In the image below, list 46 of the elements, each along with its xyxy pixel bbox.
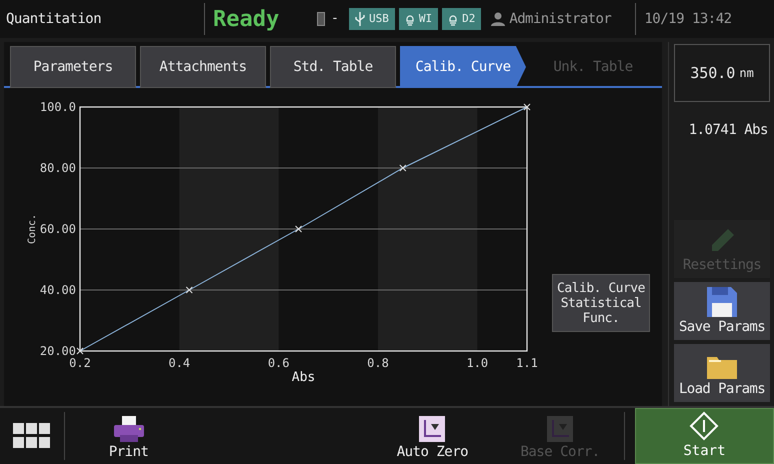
y-tick-label: 100.0 [40, 100, 76, 114]
side-button[interactable]: Load Params [674, 344, 770, 402]
data-point-marker [399, 164, 406, 172]
absorbance-value: 1.0741 Abs [688, 121, 769, 140]
tab[interactable]: Attachments [140, 46, 266, 88]
usb-icon [355, 12, 365, 26]
toolbar-button[interactable]: Auto Zero [368, 408, 496, 464]
y-tick-label: 80.00 [40, 161, 76, 175]
y-tick-label: 40.00 [40, 283, 76, 297]
y-tick-label: 20.00 [40, 344, 76, 358]
user-name: Administrator [509, 10, 612, 28]
date-time: 10/19 13:42 [644, 10, 732, 28]
x-axis-label: Abs [292, 370, 316, 385]
x-tick-label: 1.1 [516, 356, 538, 370]
grid-icon [12, 423, 51, 449]
auto-zero-icon [419, 416, 446, 442]
side-button[interactable]: Save Params [674, 282, 770, 340]
status-text: Ready [213, 6, 280, 34]
toolbar-button[interactable]: Print [64, 408, 193, 464]
diamond-icon [689, 411, 720, 441]
user-icon [491, 12, 506, 26]
data-point-marker [186, 286, 193, 294]
tab[interactable]: Parameters [10, 46, 136, 88]
device-badge: USB [349, 8, 395, 30]
wavelength-unit: nm [739, 65, 754, 82]
x-tick-label: 0.2 [69, 356, 91, 370]
data-point-marker [295, 226, 302, 232]
screen-title: Quantitation [5, 10, 102, 28]
wavelength-value: 350.0 [690, 62, 736, 84]
tab[interactable]: Std. Table [270, 46, 396, 88]
auto-zero-icon [547, 416, 574, 442]
battery-icon [317, 12, 325, 26]
device-badge: D2 [442, 8, 482, 30]
device-badge: WI [398, 8, 438, 30]
x-tick-label: 0.4 [168, 356, 190, 370]
y-axis-label: Conc. [27, 214, 38, 244]
start-button[interactable]: Start [634, 408, 774, 464]
x-tick-label: 0.6 [268, 356, 290, 370]
statistical-function-button[interactable]: Calib. Curve Statistical Func. [552, 274, 650, 332]
lamp-reading: - [331, 10, 340, 28]
x-tick-label: 0.8 [367, 356, 389, 370]
printer-icon [114, 416, 144, 442]
x-tick-label: 1.0 [466, 356, 488, 370]
tab[interactable]: Calib. Curve [400, 46, 526, 88]
folder-icon [707, 355, 737, 379]
y-tick-label: 60.00 [40, 222, 76, 236]
